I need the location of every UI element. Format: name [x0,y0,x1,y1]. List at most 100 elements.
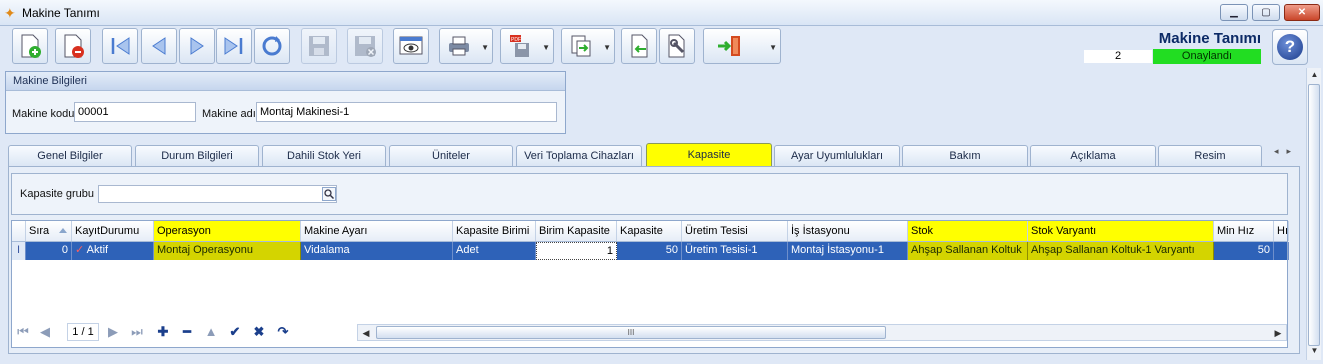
nav-post-icon[interactable]: ✔ [225,323,245,341]
cell-min-hiz[interactable]: 50 [1214,242,1274,260]
cell-stok-varyanti[interactable]: Ahşap Sallanan Koltuk-1 Varyantı [1028,242,1214,260]
column-header-kayit-durumu[interactable]: KayıtDurumu [72,221,154,241]
tab-veri-toplama-cihazlari[interactable]: Veri Toplama Cihazları [516,145,642,166]
column-header-uretim-tesisi[interactable]: Üretim Tesisi [682,221,788,241]
tab-bakim[interactable]: Bakım [902,145,1028,166]
cell-is-istasyonu[interactable]: Montaj İstasyonu-1 [788,242,908,260]
column-header-operasyon[interactable]: Operasyon [154,221,301,241]
horizontal-scrollbar[interactable]: ◀ III ▶ [357,324,1287,341]
nav-previous-icon[interactable]: ◀ [35,323,55,341]
column-header-stok-varyanti[interactable]: Stok Varyantı [1028,221,1214,241]
scroll-thumb[interactable]: III [376,326,886,339]
tab-kapasite[interactable]: Kapasite [646,143,772,167]
maximize-button[interactable]: ▢ [1252,4,1280,21]
scroll-left-icon[interactable]: ◀ [359,326,373,340]
next-record-button[interactable] [179,28,215,64]
capacity-group-label: Kapasite grubu [20,188,94,200]
cell-kapasite-birimi[interactable]: Adet [453,242,536,260]
nav-cancel-icon[interactable]: ✖ [249,323,269,341]
help-button[interactable]: ? [1272,29,1308,65]
scroll-up-icon[interactable]: ▲ [1308,70,1321,82]
nav-refresh-icon[interactable]: ↷ [273,323,293,341]
machine-info-group: Makine Bilgileri Makine kodu 00001 Makin… [5,71,566,134]
tab-dahili-stok-yeri[interactable]: Dahili Stok Yeri [262,145,386,166]
tab-ayar-uyumluluklari[interactable]: Ayar Uyumlulukları [774,145,900,166]
nav-edit-icon[interactable]: ▲ [201,323,221,341]
cell-uretim-tesisi[interactable]: Üretim Tesisi-1 [682,242,788,260]
vertical-scroll-thumb[interactable] [1308,84,1320,346]
help-icon: ? [1277,34,1303,60]
group-title: Makine Bilgileri [6,72,565,91]
grid-header: Sıra KayıtDurumu Operasyon Makine Ayarı … [12,221,1289,242]
cell-kapasite[interactable]: 50 [617,242,682,260]
cell-makine-ayari[interactable]: Vidalama [301,242,453,260]
vertical-scrollbar[interactable]: ▲ ▼ [1306,68,1321,360]
capacity-group-field[interactable] [98,185,337,203]
nav-append-icon[interactable]: ✚ [153,323,173,341]
cell-stok[interactable]: Ahşap Sallanan Koltuk [908,242,1028,260]
column-header-hiz[interactable]: Hız [1274,221,1289,241]
export-button[interactable]: ▼ [561,28,615,64]
previous-record-icon [152,37,166,55]
nav-delete-icon[interactable]: ━ [177,323,197,341]
cell-hiz[interactable] [1274,242,1289,260]
nav-first-icon[interactable]: ⏮ [13,323,33,341]
tab-durum-bilgileri[interactable]: Durum Bilgileri [135,145,259,166]
cell-sira[interactable]: 0 [26,242,72,260]
delete-button[interactable] [55,28,91,64]
page-title: Makine Tanımı [1158,30,1261,47]
machine-code-field[interactable]: 00001 [74,102,196,122]
sort-ascending-icon [59,228,67,233]
refresh-button[interactable] [254,28,290,64]
column-header-min-hiz[interactable]: Min Hız [1214,221,1274,241]
cell-kayit-durumu[interactable]: ✓ Aktif [72,242,154,260]
import-button[interactable] [621,28,657,64]
tab-uniteler[interactable]: Üniteler [389,145,513,166]
preview-button[interactable] [393,28,429,64]
column-header-makine-ayari[interactable]: Makine Ayarı [301,221,453,241]
chevron-down-icon: ▼ [769,43,777,52]
column-header-kapasite-birimi[interactable]: Kapasite Birimi [453,221,536,241]
status-badge: Onaylandı [1153,49,1261,64]
tab-aciklama[interactable]: Açıklama [1030,145,1156,166]
exit-button[interactable]: ▼ [703,28,781,64]
previous-record-button[interactable] [141,28,177,64]
machine-name-field[interactable]: Montaj Makinesi-1 [256,102,557,122]
print-button[interactable]: ▼ [439,28,493,64]
scroll-right-icon[interactable]: ▶ [1271,326,1285,340]
tools-icon [668,34,685,58]
column-header-birim-kapasite[interactable]: Birim Kapasite [536,221,617,241]
column-header-sira[interactable]: Sıra [26,221,72,241]
close-button[interactable]: ✕ [1284,4,1320,21]
export-icon [571,35,591,57]
chevron-down-icon: ▼ [542,43,550,52]
machine-code-label: Makine kodu [12,108,75,120]
table-row[interactable]: I 0 ✓ Aktif Montaj Operasyonu Vidalama A… [12,242,1289,260]
minimize-button[interactable]: ▁ [1220,4,1248,21]
record-count: 2 [1083,49,1153,64]
chevron-down-icon: ▼ [481,43,489,52]
search-icon[interactable] [322,187,336,201]
save-button[interactable] [301,28,337,64]
tab-scroll-arrows[interactable]: ◂▸ [1274,146,1299,157]
tab-genel-bilgiler[interactable]: Genel Bilgiler [8,145,132,166]
pdf-export-icon: PDF [510,35,529,57]
scroll-down-icon[interactable]: ▼ [1308,346,1321,358]
nav-last-icon[interactable]: ⏭ [127,323,147,341]
nav-next-icon[interactable]: ▶ [103,323,123,341]
pdf-export-button[interactable]: PDF ▼ [500,28,554,64]
column-header-is-istasyonu[interactable]: İş İstasyonu [788,221,908,241]
import-icon [631,34,648,58]
column-header-kapasite[interactable]: Kapasite [617,221,682,241]
column-header-stok[interactable]: Stok [908,221,1028,241]
save-cancel-button[interactable] [347,28,383,64]
save-cancel-icon [355,36,376,57]
tab-resim[interactable]: Resim [1158,145,1262,166]
title-bar: ✦ Makine Tanımı ▁ ▢ ✕ [0,0,1323,26]
first-record-button[interactable] [102,28,138,64]
new-button[interactable] [12,28,48,64]
tools-button[interactable] [659,28,695,64]
cell-operasyon[interactable]: Montaj Operasyonu [154,242,301,260]
cell-birim-kapasite[interactable]: 1 [536,242,617,260]
last-record-button[interactable] [216,28,252,64]
